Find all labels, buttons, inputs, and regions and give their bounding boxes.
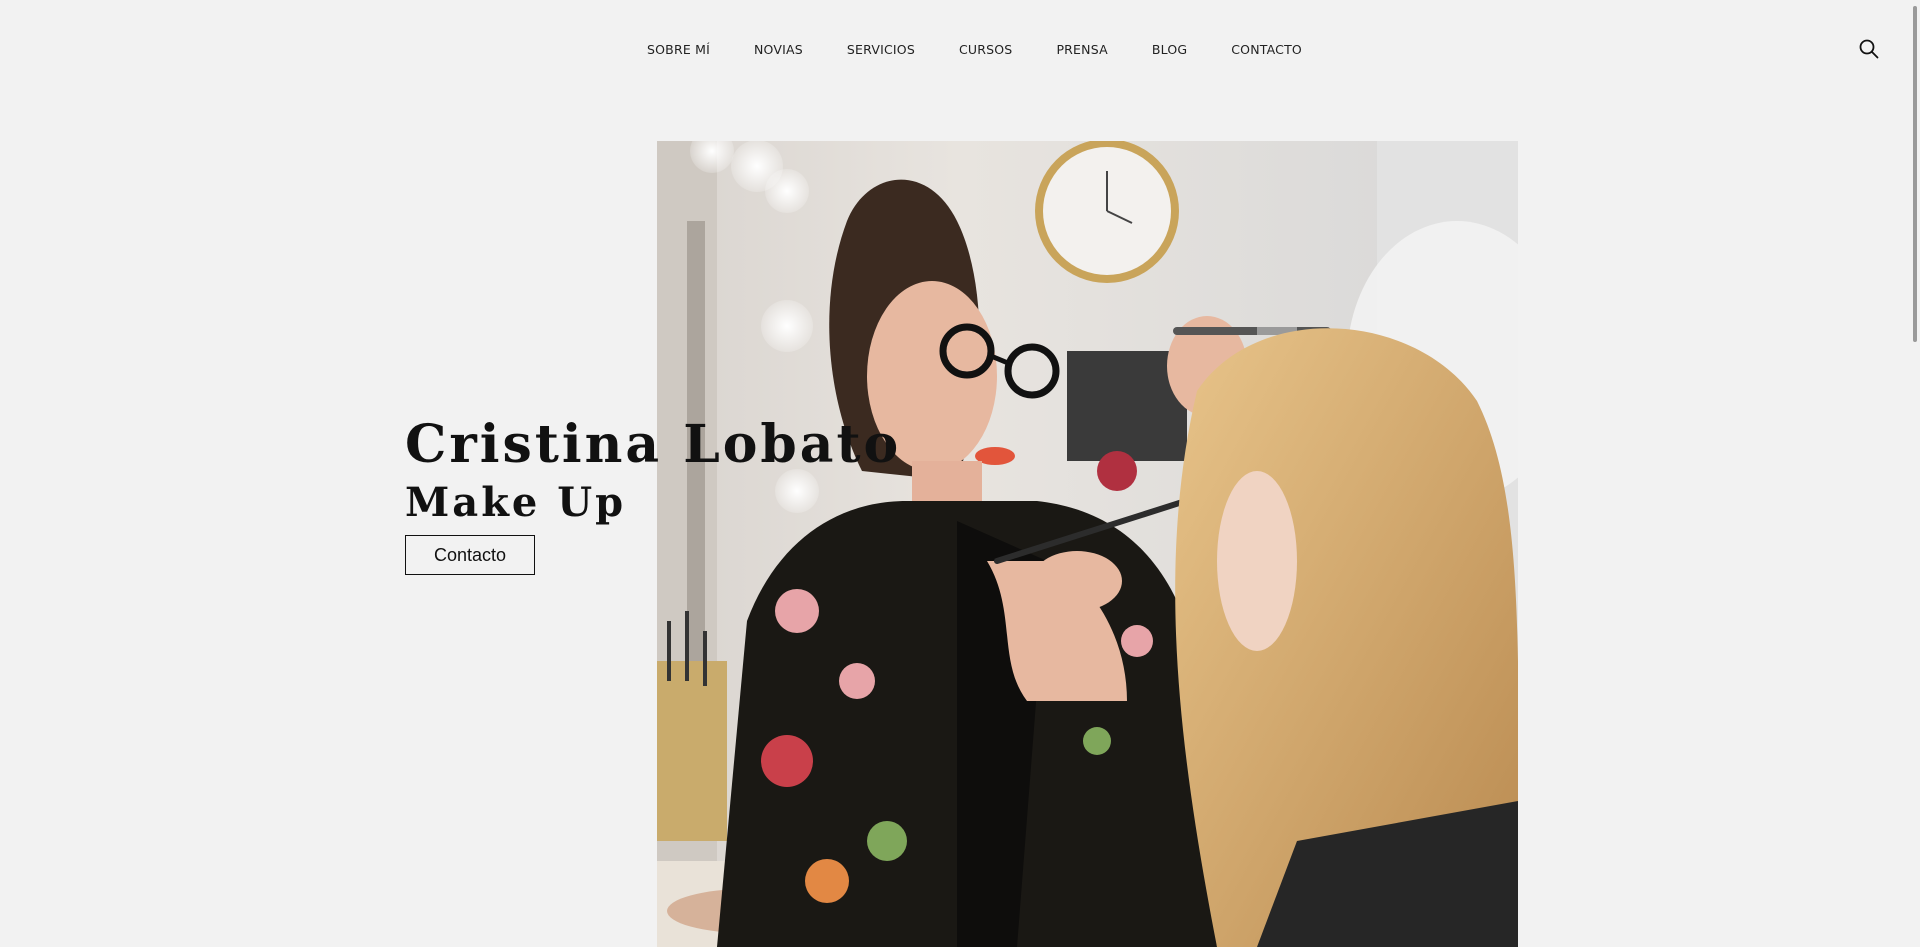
scrollbar-thumb[interactable] bbox=[1913, 6, 1917, 342]
nav-item-prensa[interactable]: PRENSA bbox=[1056, 38, 1107, 62]
nav-item-sobre-mi[interactable]: SOBRE MÍ bbox=[647, 38, 710, 62]
nav-menu: SOBRE MÍ NOVIAS SERVICIOS CURSOS PRENSA … bbox=[647, 38, 1302, 62]
contact-button[interactable]: Contacto bbox=[405, 535, 535, 575]
hero-subtitle: Make Up bbox=[405, 479, 627, 526]
hero-image bbox=[657, 141, 1518, 947]
scrollbar[interactable] bbox=[1910, 0, 1920, 947]
nav-item-blog[interactable]: BLOG bbox=[1152, 38, 1187, 62]
hero-heading-block: Cristina Lobato Make Up bbox=[405, 410, 901, 526]
nav-item-novias[interactable]: NOVIAS bbox=[754, 38, 803, 62]
hero-title: Cristina Lobato bbox=[405, 414, 902, 475]
nav-item-cursos[interactable]: CURSOS bbox=[959, 38, 1012, 62]
nav-item-contacto[interactable]: CONTACTO bbox=[1231, 38, 1302, 62]
main-navigation: SOBRE MÍ NOVIAS SERVICIOS CURSOS PRENSA … bbox=[0, 38, 1920, 62]
nav-item-servicios[interactable]: SERVICIOS bbox=[847, 38, 915, 62]
search-icon[interactable] bbox=[1858, 38, 1880, 60]
